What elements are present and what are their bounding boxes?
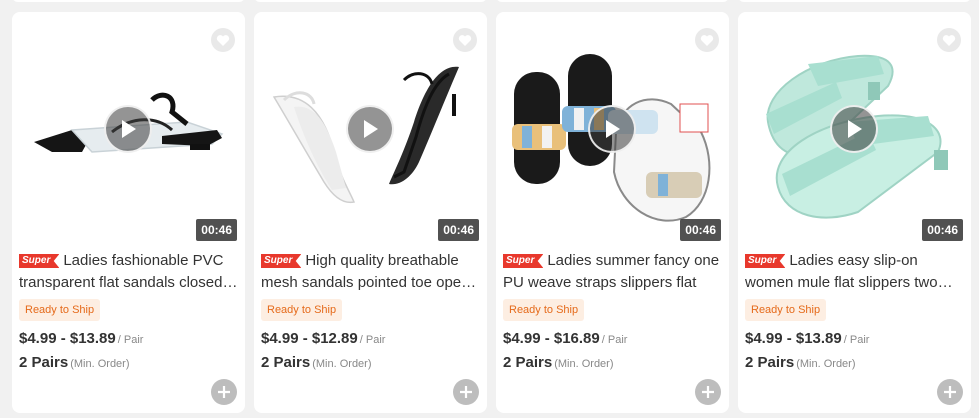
product-title[interactable]: Super Ladies summer fancy one PU weave st… — [503, 250, 725, 294]
super-badge: Super — [745, 254, 786, 268]
price-unit: / Pair — [601, 334, 628, 346]
price-value: $4.99 - $13.89 — [745, 330, 842, 347]
product-media[interactable]: 00:46 — [254, 12, 487, 245]
price-range: $4.99 - $16.89/ Pair — [503, 330, 627, 347]
min-order: 2 Pairs (Min. Order) — [19, 354, 130, 371]
product-card[interactable]: 00:46 Super Ladies easy slip-on women mul… — [738, 12, 971, 413]
ready-to-ship-tag: Ready to Ship — [261, 299, 343, 321]
min-order-note: (Min. Order) — [796, 358, 856, 370]
previous-row-card-edge — [738, 0, 971, 2]
min-order-value: 2 Pairs — [503, 354, 553, 371]
min-order-note: (Min. Order) — [312, 358, 372, 370]
play-video-icon[interactable] — [104, 105, 152, 153]
video-duration: 00:46 — [922, 219, 963, 241]
min-order-value: 2 Pairs — [19, 354, 69, 371]
previous-row-card-edge — [254, 0, 487, 2]
product-media[interactable]: 00:46 — [496, 12, 729, 245]
favorite-heart-icon[interactable] — [937, 28, 961, 52]
price-value: $4.99 - $16.89 — [503, 330, 600, 347]
product-grid: 00:46 Super Ladies fashionable PVC transp… — [12, 12, 971, 413]
ready-to-ship-tag: Ready to Ship — [19, 299, 101, 321]
min-order-note: (Min. Order) — [70, 358, 130, 370]
video-duration: 00:46 — [680, 219, 721, 241]
previous-row-card-edge — [12, 0, 245, 2]
add-plus-icon[interactable] — [695, 379, 721, 405]
video-duration: 00:46 — [438, 219, 479, 241]
price-range: $4.99 - $13.89/ Pair — [745, 330, 869, 347]
favorite-heart-icon[interactable] — [211, 28, 235, 52]
super-badge: Super — [19, 254, 60, 268]
price-unit: / Pair — [117, 334, 144, 346]
price-range: $4.99 - $12.89/ Pair — [261, 330, 385, 347]
product-media[interactable]: 00:46 — [12, 12, 245, 245]
price-unit: / Pair — [843, 334, 870, 346]
product-card[interactable]: 00:46 Super High quality breathable mesh … — [254, 12, 487, 413]
product-card[interactable]: 00:46 Super Ladies fashionable PVC transp… — [12, 12, 245, 413]
min-order: 2 Pairs (Min. Order) — [261, 354, 372, 371]
play-video-icon[interactable] — [588, 105, 636, 153]
favorite-heart-icon[interactable] — [695, 28, 719, 52]
add-plus-icon[interactable] — [453, 379, 479, 405]
min-order-note: (Min. Order) — [554, 358, 614, 370]
play-video-icon[interactable] — [830, 105, 878, 153]
favorite-heart-icon[interactable] — [453, 28, 477, 52]
add-plus-icon[interactable] — [937, 379, 963, 405]
add-plus-icon[interactable] — [211, 379, 237, 405]
super-badge: Super — [261, 254, 302, 268]
min-order: 2 Pairs (Min. Order) — [745, 354, 856, 371]
ready-to-ship-tag: Ready to Ship — [745, 299, 827, 321]
previous-row-card-edge — [496, 0, 729, 2]
min-order: 2 Pairs (Min. Order) — [503, 354, 614, 371]
play-video-icon[interactable] — [346, 105, 394, 153]
price-range: $4.99 - $13.89/ Pair — [19, 330, 143, 347]
product-title[interactable]: Super High quality breathable mesh sandal… — [261, 250, 483, 294]
min-order-value: 2 Pairs — [745, 354, 795, 371]
super-badge: Super — [503, 254, 544, 268]
min-order-value: 2 Pairs — [261, 354, 311, 371]
video-duration: 00:46 — [196, 219, 237, 241]
product-title[interactable]: Super Ladies fashionable PVC transparent … — [19, 250, 241, 294]
price-unit: / Pair — [359, 334, 386, 346]
product-title[interactable]: Super Ladies easy slip-on women mule flat… — [745, 250, 967, 294]
price-value: $4.99 - $13.89 — [19, 330, 116, 347]
product-media[interactable]: 00:46 — [738, 12, 971, 245]
product-card[interactable]: 00:46 Super Ladies summer fancy one PU we… — [496, 12, 729, 413]
price-value: $4.99 - $12.89 — [261, 330, 358, 347]
ready-to-ship-tag: Ready to Ship — [503, 299, 585, 321]
